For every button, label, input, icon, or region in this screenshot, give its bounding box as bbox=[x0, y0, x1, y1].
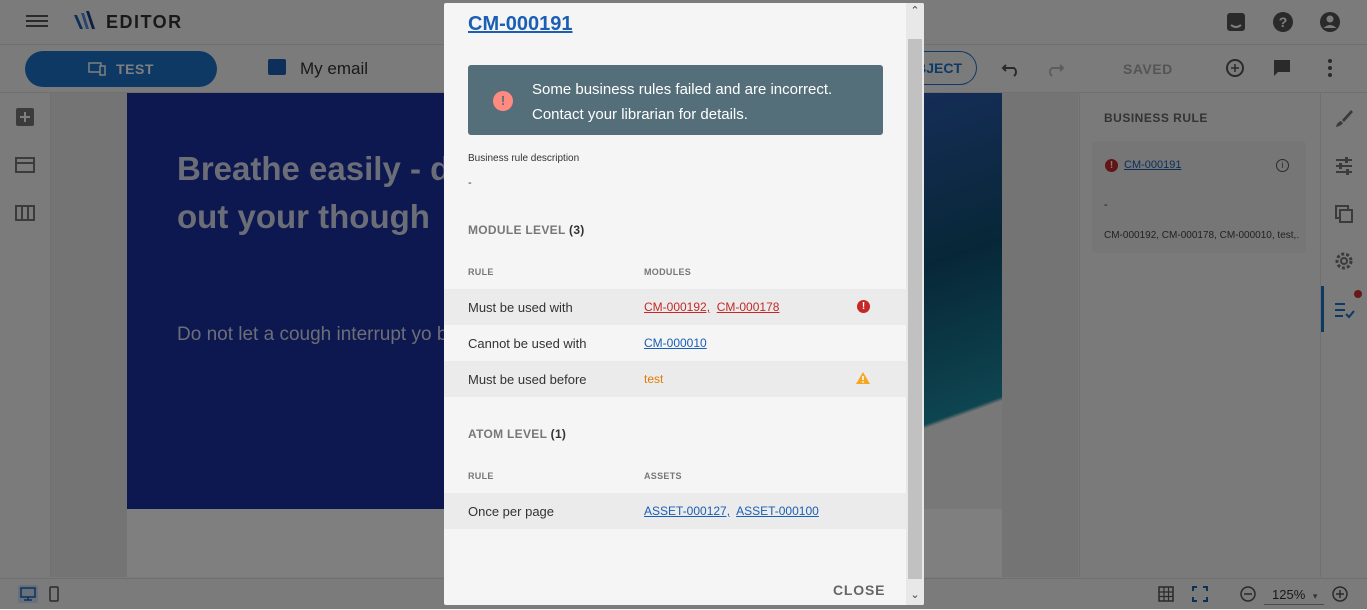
module-link[interactable]: CM-000010 bbox=[644, 336, 707, 350]
table-row: Once per page ASSET-000127, ASSET-000100 bbox=[444, 493, 906, 529]
chevron-up-icon[interactable]: ⌃ bbox=[909, 5, 921, 17]
asset-links: ASSET-000127, ASSET-000100 bbox=[644, 504, 819, 518]
dialog-scrollbar[interactable]: ⌃ ⌄ bbox=[906, 3, 924, 605]
rule-name: Must be used with bbox=[468, 300, 573, 315]
module-links: test bbox=[644, 372, 663, 386]
module-level-title: MODULE LEVEL (3) bbox=[468, 223, 585, 237]
table-row: Must be used before test bbox=[444, 361, 906, 397]
error-icon: ! bbox=[857, 300, 870, 313]
module-level-count: (3) bbox=[569, 223, 585, 237]
asset-link[interactable]: ASSET-000100 bbox=[736, 504, 819, 518]
warning-icon bbox=[856, 372, 870, 384]
col-modules-header: MODULES bbox=[644, 267, 692, 277]
module-links: CM-000192, CM-000178 bbox=[644, 300, 779, 314]
col-rule-header: RULE bbox=[468, 471, 494, 481]
col-assets-header: ASSETS bbox=[644, 471, 682, 481]
rule-name: Cannot be used with bbox=[468, 336, 587, 351]
module-link[interactable]: CM-000192, bbox=[644, 300, 710, 314]
description-label: Business rule description bbox=[468, 153, 580, 164]
table-row: Cannot be used with CM-000010 bbox=[444, 325, 906, 361]
atom-level-title: ATOM LEVEL (1) bbox=[468, 427, 566, 441]
atom-level-count: (1) bbox=[550, 427, 567, 441]
business-rule-dialog: CM-000191 ! Some business rules failed a… bbox=[444, 3, 924, 605]
col-rule-header: RULE bbox=[468, 267, 494, 277]
dialog-title-link[interactable]: CM-000191 bbox=[468, 13, 573, 36]
alert-message: Some business rules failed and are incor… bbox=[532, 81, 833, 123]
scrollbar-thumb[interactable] bbox=[908, 39, 922, 579]
module-value: test bbox=[644, 372, 664, 386]
chevron-down-icon[interactable]: ⌄ bbox=[909, 589, 921, 601]
description-value: - bbox=[468, 177, 472, 189]
module-level-label: MODULE LEVEL bbox=[468, 223, 566, 237]
rule-name: Must be used before bbox=[468, 372, 587, 387]
error-alert: ! Some business rules failed and are inc… bbox=[468, 65, 883, 135]
asset-link[interactable]: ASSET-000127, bbox=[644, 504, 730, 518]
atom-level-label: ATOM LEVEL bbox=[468, 427, 548, 441]
module-links: CM-000010 bbox=[644, 336, 707, 350]
rule-name: Once per page bbox=[468, 504, 555, 519]
close-button[interactable]: CLOSE bbox=[833, 582, 885, 598]
error-icon: ! bbox=[493, 91, 513, 111]
table-row: Must be used with CM-000192, CM-000178 ! bbox=[444, 289, 906, 325]
module-link[interactable]: CM-000178 bbox=[717, 300, 780, 314]
